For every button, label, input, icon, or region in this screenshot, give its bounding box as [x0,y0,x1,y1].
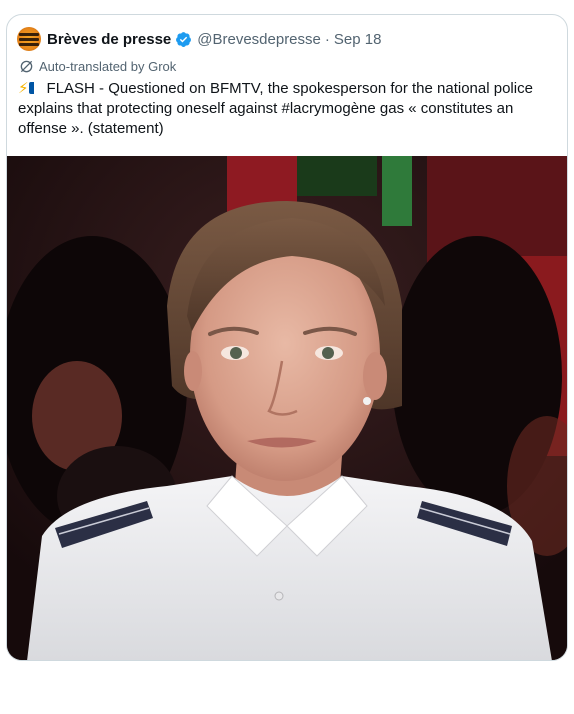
tweet-card[interactable]: Brèves de presse @Brevesdepresse · Sep 1… [6,14,568,661]
avatar[interactable] [17,27,41,51]
tweet-text: ⚡ FLASH - Questioned on BFMTV, the spokes… [18,79,563,139]
grok-icon [20,60,33,73]
separator-dot: · [324,30,330,48]
france-flag-icon [28,82,46,94]
tweet-body: FLASH - Questioned on BFMTV, the spokesp… [18,80,533,137]
auto-translated-label: Auto-translated by Grok [39,59,177,74]
woman-in-police-uniform-image [7,156,567,660]
author-name[interactable]: Brèves de presse [47,31,171,48]
tweet-header: Brèves de presse @Brevesdepresse · Sep 1… [17,27,381,51]
verified-badge-icon [176,31,192,47]
auto-translated-notice: Auto-translated by Grok [19,59,176,74]
lightning-bolt-icon: ⚡ [18,80,29,97]
tweet-photo[interactable] [7,156,567,660]
author-handle[interactable]: @Brevesdepresse [197,31,321,48]
tweet-date[interactable]: Sep 18 [334,31,382,48]
